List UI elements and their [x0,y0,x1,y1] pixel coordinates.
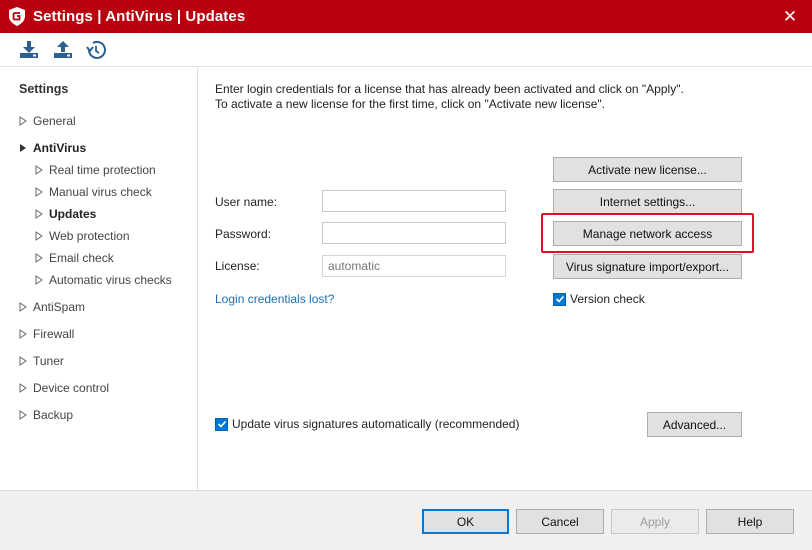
sidebar-item-device-control[interactable]: Device control [19,379,109,397]
password-label: Password: [215,227,272,241]
chevron-right-icon [35,231,49,241]
intro-line-2: To activate a new license for the first … [215,97,606,111]
sidebar-item-label: General [33,114,76,128]
chevron-right-icon [35,275,49,285]
login-credentials-lost-link[interactable]: Login credentials lost? [215,292,334,306]
activate-new-license-button[interactable]: Activate new license... [553,157,742,182]
chevron-right-icon [19,329,33,339]
version-check-checkbox[interactable]: Version check [553,292,645,306]
updates-panel: Enter login credentials for a license th… [199,68,812,490]
intro-line-1: Enter login credentials for a license th… [215,82,684,96]
sidebar-item-backup[interactable]: Backup [19,406,73,424]
password-field[interactable] [322,222,506,244]
auto-update-checkbox[interactable]: Update virus signatures automatically (r… [215,417,519,431]
sidebar-item-real-time-protection[interactable]: Real time protection [35,161,156,179]
version-check-label: Version check [570,292,645,306]
sidebar-item-label: Manual virus check [49,185,152,199]
sidebar-item-manual-virus-check[interactable]: Manual virus check [35,183,152,201]
chevron-right-icon [19,302,33,312]
auto-update-label: Update virus signatures automatically (r… [232,417,520,431]
checkmark-icon [553,292,566,306]
sidebar-item-label: Real time protection [49,163,156,177]
virus-signature-import-export-button[interactable]: Virus signature import/export... [553,254,742,279]
intro-text: Enter login credentials for a license th… [215,82,795,112]
restore-icon[interactable] [83,37,109,63]
advanced-button[interactable]: Advanced... [647,412,742,437]
sidebar-item-label: AntiVirus [33,141,87,155]
chevron-expanded-icon [19,143,33,153]
sidebar-item-label: Firewall [33,327,75,341]
chevron-right-icon [35,187,49,197]
license-label: License: [215,259,260,273]
upload-icon[interactable] [50,37,76,63]
sidebar-item-tuner[interactable]: Tuner [19,352,64,370]
download-icon[interactable] [16,37,42,63]
window-title: Settings | AntiVirus | Updates [33,8,246,25]
ok-button[interactable]: OK [422,509,509,534]
dialog-footer: OK Cancel Apply Help [0,490,812,550]
license-field [322,255,506,277]
close-button[interactable]: ✕ [768,0,812,33]
apply-button[interactable]: Apply [611,509,699,534]
manage-network-access-button[interactable]: Manage network access [553,221,742,246]
sidebar-item-label: Backup [33,408,74,422]
sidebar-item-antispam[interactable]: AntiSpam [19,298,85,316]
chevron-right-icon [19,116,33,126]
sidebar-item-web-protection[interactable]: Web protection [35,227,130,245]
sidebar-item-label: Automatic virus checks [49,273,172,287]
chevron-right-icon [35,165,49,175]
title-bar: Settings | AntiVirus | Updates ✕ [0,0,812,33]
cancel-button[interactable]: Cancel [516,509,604,534]
sidebar-item-firewall[interactable]: Firewall [19,325,74,343]
username-label: User name: [215,195,278,209]
chevron-right-icon [35,209,49,219]
sidebar-item-automatic-virus-checks[interactable]: Automatic virus checks [35,271,172,289]
sidebar-item-antivirus[interactable]: AntiVirus [19,139,86,157]
checkmark-icon [215,417,228,431]
sidebar-item-label: Web protection [49,229,130,243]
chevron-right-icon [19,383,33,393]
sidebar-item-label: Device control [33,381,110,395]
internet-settings-button[interactable]: Internet settings... [553,189,742,214]
sidebar-item-updates[interactable]: Updates [35,205,96,223]
gdata-logo-icon [8,7,26,27]
sidebar-item-email-check[interactable]: Email check [35,249,114,267]
settings-sidebar: Settings General AntiVirus Real time pro… [0,68,198,490]
sidebar-item-label: Tuner [33,354,64,368]
help-button[interactable]: Help [706,509,794,534]
toolbar [0,33,812,67]
sidebar-heading: Settings [19,82,69,96]
chevron-right-icon [19,410,33,420]
sidebar-item-general[interactable]: General [19,112,76,130]
sidebar-item-label: Email check [49,251,114,265]
chevron-right-icon [35,253,49,263]
chevron-right-icon [19,356,33,366]
sidebar-item-label: Updates [49,207,97,221]
username-field[interactable] [322,190,506,212]
sidebar-item-label: AntiSpam [33,300,86,314]
